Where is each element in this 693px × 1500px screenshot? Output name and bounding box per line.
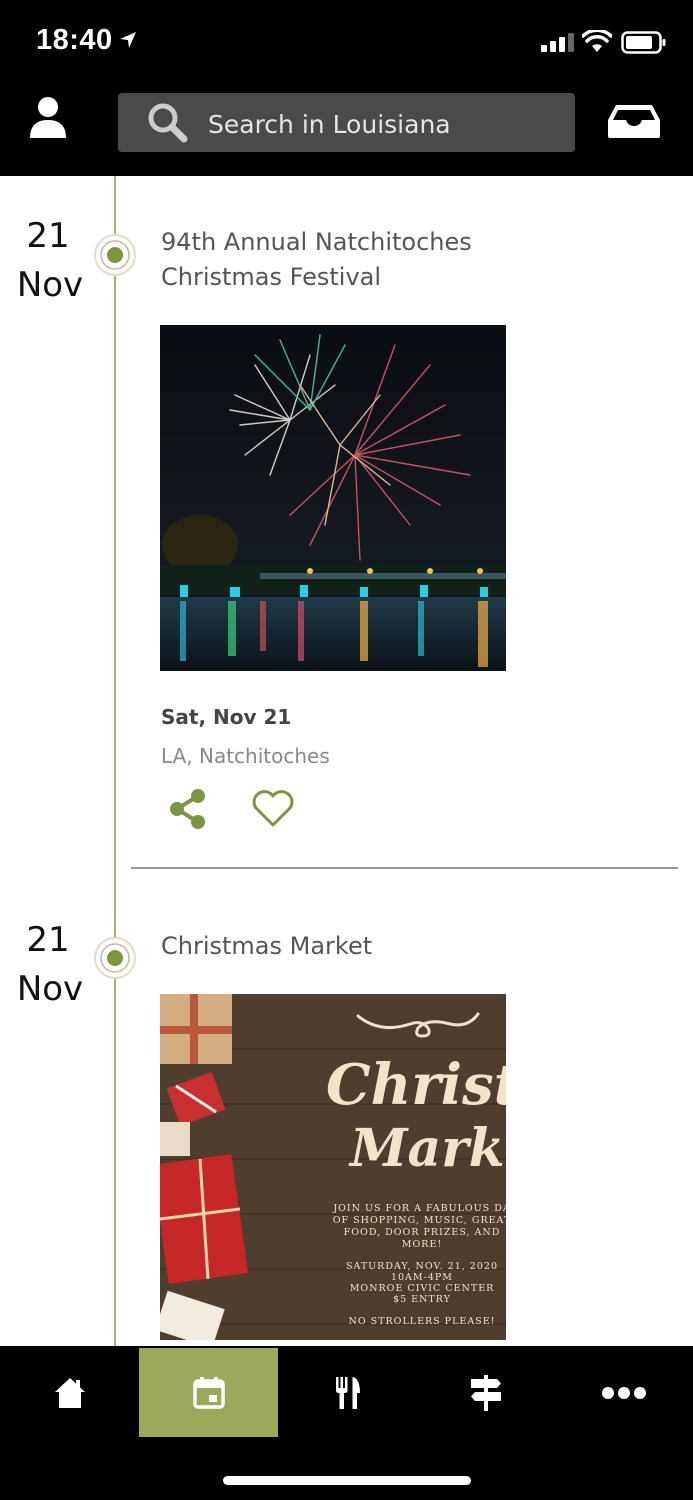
inbox-icon[interactable] — [606, 102, 662, 140]
timeline-dot-icon — [94, 937, 136, 979]
profile-icon[interactable] — [28, 96, 68, 140]
event-month: Nov — [16, 969, 84, 1009]
timeline-dot-icon — [94, 234, 136, 276]
battery-icon — [621, 31, 666, 54]
flyer-line: MORE! — [402, 1239, 442, 1250]
flyer-line: OF SHOPPING, MUSIC, GREAT — [333, 1215, 506, 1226]
event-title[interactable]: Christmas Market — [161, 929, 541, 964]
tab-events[interactable] — [139, 1348, 278, 1437]
events-timeline: 21 Nov 94th Annual Natchitoches Christma… — [0, 176, 693, 1346]
tab-more[interactable] — [554, 1348, 693, 1437]
status-time: 18:40 — [36, 24, 113, 56]
flyer-heading-1: Christmas — [326, 1052, 506, 1118]
status-bar: 18:40 — [0, 0, 693, 84]
search-icon — [148, 103, 188, 143]
wifi-icon — [582, 30, 612, 52]
cellular-signal-icon — [541, 33, 574, 52]
fork-knife-icon — [335, 1376, 360, 1409]
event-day: 21 — [26, 920, 70, 960]
tab-directions[interactable] — [416, 1348, 555, 1437]
heart-icon[interactable] — [251, 790, 295, 828]
timeline-line — [114, 176, 116, 1346]
event-title[interactable]: 94th Annual Natchitoches Christmas Festi… — [161, 225, 541, 295]
search-bar[interactable]: Search in Louisiana — [118, 93, 575, 152]
share-icon[interactable] — [168, 788, 208, 830]
event-month: Nov — [16, 265, 84, 305]
location-arrow-icon — [120, 32, 136, 48]
tab-dining[interactable] — [278, 1348, 417, 1437]
search-placeholder: Search in Louisiana — [208, 110, 451, 139]
flyer-line: JOIN US FOR A FABULOUS DA — [332, 1203, 506, 1214]
event-image[interactable] — [160, 325, 506, 671]
calendar-icon — [192, 1376, 225, 1409]
christmas-market-flyer: Christmas Market JOIN US FOR A FABULOUS … — [160, 994, 506, 1340]
more-icon — [601, 1386, 646, 1399]
home-icon — [54, 1377, 85, 1408]
flyer-line: $5 ENTRY — [393, 1294, 451, 1305]
flyer-line: FOOD, DOOR PRIZES, AND — [344, 1227, 501, 1238]
event-date: Sat, Nov 21 — [161, 705, 292, 729]
home-indicator[interactable] — [223, 1476, 471, 1485]
flyer-line: 10AM-4PM — [391, 1272, 453, 1283]
flyer-line: MONROE CIVIC CENTER — [350, 1283, 495, 1294]
event-image[interactable]: Christmas Market JOIN US FOR A FABULOUS … — [160, 994, 506, 1340]
flyer-heading-2: Market — [348, 1118, 506, 1179]
fireworks-image — [160, 325, 506, 671]
flyer-line: SATURDAY, NOV. 21, 2020 — [346, 1261, 498, 1272]
event-location: LA, Natchitoches — [161, 744, 330, 768]
event-day: 21 — [26, 216, 70, 256]
tab-home[interactable] — [0, 1348, 139, 1437]
flyer-line: NO STROLLERS PLEASE! — [349, 1316, 496, 1327]
event-divider — [131, 867, 678, 869]
top-app-bar: Search in Louisiana — [0, 84, 693, 176]
signpost-icon — [470, 1374, 501, 1411]
